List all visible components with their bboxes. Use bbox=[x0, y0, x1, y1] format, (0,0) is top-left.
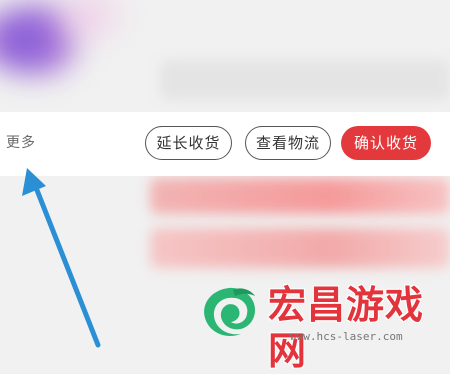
watermark-url: www.hcs-laser.com bbox=[290, 330, 403, 343]
dragon-logo-icon bbox=[204, 287, 255, 337]
watermark-brand-name: 宏昌游戏网 bbox=[268, 283, 425, 373]
